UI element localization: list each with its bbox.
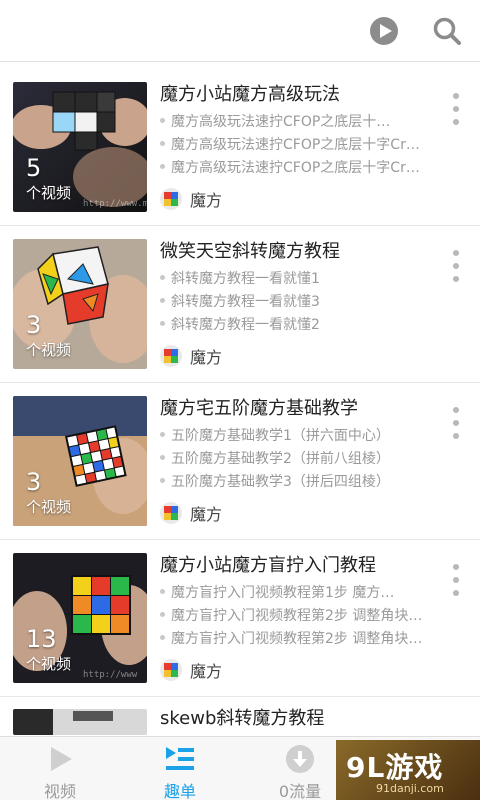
playlist-title[interactable]: 魔方小站魔方高级玩法 — [160, 83, 460, 107]
tab-label: 视频 — [43, 782, 76, 800]
episode-item[interactable]: 斜转魔方教程一看就懂2 — [160, 314, 462, 337]
list-icon — [164, 745, 196, 773]
cube-avatar-icon — [160, 502, 182, 524]
bullet-icon — [160, 634, 165, 640]
bullet-icon — [160, 431, 165, 437]
author-name: 魔方 — [190, 191, 223, 210]
video-list: 5 个视频 http://www.m 魔方小站魔方高级玩法 魔方高级玩法速拧CF… — [0, 69, 480, 737]
author-name: 魔方 — [190, 505, 223, 524]
author[interactable]: 魔方 — [160, 187, 222, 211]
playlist-episodes: 魔方高级玩法速拧CFOP之底层十… 魔方高级玩法速拧CFOP之底层十字Cr… 魔… — [160, 111, 462, 180]
bullet-icon — [160, 274, 165, 280]
episode-item[interactable]: 斜转魔方教程一看就懂3 — [160, 291, 462, 314]
play-circle-icon[interactable] — [367, 14, 401, 48]
playlist-title[interactable]: 魔方小站魔方盲拧入门教程 — [160, 554, 460, 578]
watermark-logo: 9L游戏 — [346, 751, 444, 784]
bullet-icon — [160, 140, 165, 146]
playlist-item[interactable]: 5 个视频 http://www.m 魔方小站魔方高级玩法 魔方高级玩法速拧CF… — [0, 69, 480, 226]
playlist-title[interactable]: skewb斜转魔方教程 — [160, 707, 460, 731]
episode-item[interactable]: 五阶魔方基础教学3（拼后四组棱） — [160, 471, 462, 494]
cube-avatar-icon — [160, 188, 182, 210]
playlist-item[interactable]: 3 个视频 微笑天空斜转魔方教程 斜转魔方教程一看就懂1 斜转魔方教程一看就懂3… — [0, 226, 480, 383]
episode-item[interactable]: 魔方盲拧入门视频教程第2步 调整角块… — [160, 628, 462, 651]
bullet-icon — [160, 477, 165, 483]
video-count: 13 — [26, 625, 57, 653]
playlist-thumbnail[interactable]: 13 个视频 http://www — [13, 553, 147, 683]
playlist-item[interactable]: 13 个视频 http://www 魔方小站魔方盲拧入门教程 魔方盲拧入门视频教… — [0, 540, 480, 697]
watermark-url: 91danji.com — [376, 782, 444, 795]
episode-item[interactable]: 五阶魔方基础教学1（拼六面中心） — [160, 425, 462, 448]
tab-video[interactable]: 视频 — [0, 737, 120, 800]
more-options-icon[interactable] — [448, 93, 464, 125]
bullet-icon — [160, 611, 165, 617]
more-options-icon[interactable] — [448, 564, 464, 596]
episode-item[interactable]: 五阶魔方基础教学2（拼前八组棱） — [160, 448, 462, 471]
episode-item[interactable]: 魔方高级玩法速拧CFOP之底层十字Cr… — [160, 134, 462, 157]
playlist-item[interactable]: skewb斜转魔方教程 — [0, 697, 480, 737]
episode-item[interactable]: 魔方盲拧入门视频教程第1步 魔方… — [160, 582, 462, 605]
video-count-unit: 个视频 — [26, 184, 72, 202]
thumbnail-watermark: http://www — [83, 670, 138, 680]
bullet-icon — [160, 163, 165, 169]
search-icon[interactable] — [430, 14, 464, 48]
episode-item[interactable]: 魔方高级玩法速拧CFOP之底层十… — [160, 111, 462, 134]
bullet-icon — [160, 454, 165, 460]
playlist-thumbnail[interactable]: 3 个视频 — [13, 396, 147, 526]
bullet-icon — [160, 588, 165, 594]
thumbnail-watermark: http://www.m — [83, 199, 147, 209]
video-count: 3 — [26, 468, 42, 496]
tab-fun-list[interactable]: 趣单 — [120, 737, 240, 800]
bullet-icon — [160, 320, 165, 326]
play-triangle-icon — [44, 745, 76, 773]
video-count: 3 — [26, 311, 42, 339]
cube-avatar-icon — [160, 659, 182, 681]
author-name: 魔方 — [190, 662, 223, 681]
author[interactable]: 魔方 — [160, 344, 222, 368]
playlist-episodes: 五阶魔方基础教学1（拼六面中心） 五阶魔方基础教学2（拼前八组棱） 五阶魔方基础… — [160, 425, 462, 494]
download-icon — [284, 745, 316, 773]
episode-item[interactable]: 魔方高级玩法速拧CFOP之底层十字Cr… — [160, 157, 462, 180]
bullet-icon — [160, 117, 165, 123]
playlist-thumbnail[interactable]: 5 个视频 http://www.m — [13, 82, 147, 212]
episode-item[interactable]: 斜转魔方教程一看就懂1 — [160, 268, 462, 291]
playlist-episodes: 魔方盲拧入门视频教程第1步 魔方… 魔方盲拧入门视频教程第2步 调整角块… 魔方… — [160, 582, 462, 651]
video-count-unit: 个视频 — [26, 655, 72, 673]
playlist-thumbnail[interactable] — [13, 709, 147, 735]
video-count-unit: 个视频 — [26, 341, 72, 359]
author-name: 魔方 — [190, 348, 223, 367]
more-options-icon[interactable] — [448, 250, 464, 282]
more-options-icon[interactable] — [448, 407, 464, 439]
tab-label: 趣单 — [163, 782, 196, 800]
playlist-item[interactable]: 3 个视频 魔方宅五阶魔方基础教学 五阶魔方基础教学1（拼六面中心） 五阶魔方基… — [0, 383, 480, 540]
top-bar — [0, 0, 480, 62]
playlist-title[interactable]: 魔方宅五阶魔方基础教学 — [160, 397, 460, 421]
site-watermark: 9L游戏 91danji.com — [336, 740, 480, 800]
cube-avatar-icon — [160, 345, 182, 367]
playlist-title[interactable]: 微笑天空斜转魔方教程 — [160, 240, 460, 264]
author[interactable]: 魔方 — [160, 658, 222, 682]
episode-item[interactable]: 魔方盲拧入门视频教程第2步 调整角块… — [160, 605, 462, 628]
bullet-icon — [160, 297, 165, 303]
author[interactable]: 魔方 — [160, 501, 222, 525]
video-count: 5 — [26, 154, 42, 182]
video-count-unit: 个视频 — [26, 498, 72, 516]
playlist-episodes: 斜转魔方教程一看就懂1 斜转魔方教程一看就懂3 斜转魔方教程一看就懂2 — [160, 268, 462, 337]
playlist-thumbnail[interactable]: 3 个视频 — [13, 239, 147, 369]
